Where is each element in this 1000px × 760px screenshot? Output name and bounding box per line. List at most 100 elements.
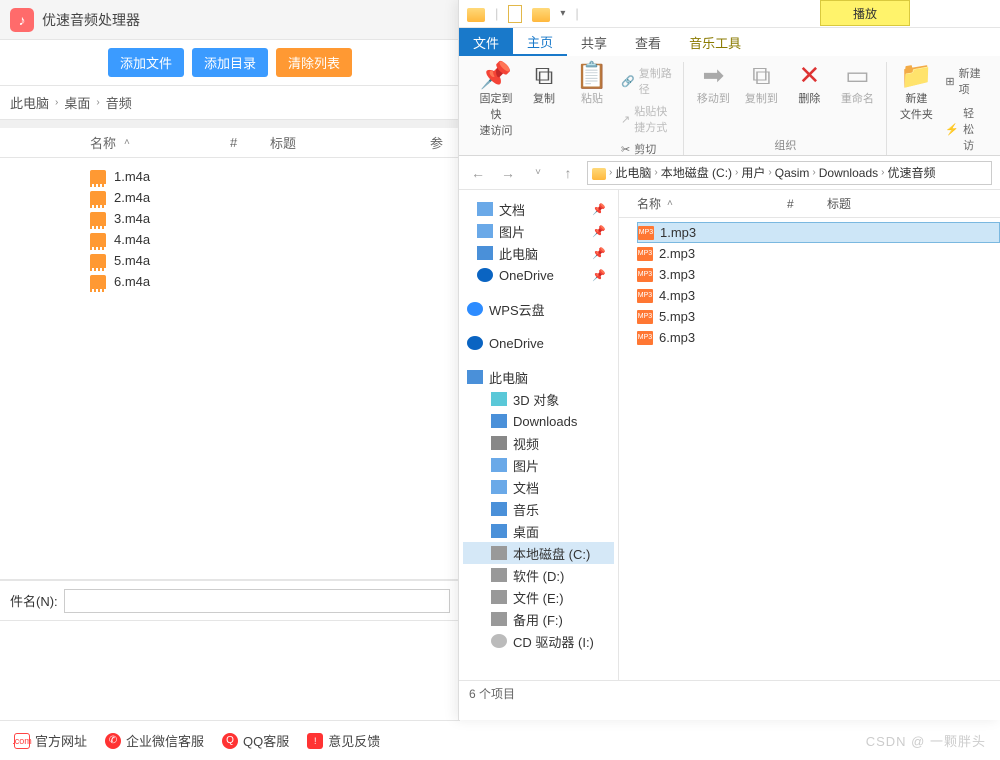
document-icon xyxy=(491,480,507,494)
tree-this-pc[interactable]: 此电脑📌 xyxy=(463,242,614,264)
copy-icon: ⧉ xyxy=(535,62,554,88)
addr-seg[interactable]: 用户 xyxy=(741,164,765,181)
tab-file[interactable]: 文件 xyxy=(459,28,513,56)
tree-this-pc-root[interactable]: 此电脑 xyxy=(463,366,614,388)
tab-share[interactable]: 共享 xyxy=(567,28,621,56)
tree-pictures-sub[interactable]: 图片 xyxy=(463,454,614,476)
list-item[interactable]: 6.m4a xyxy=(90,271,460,292)
document-icon[interactable] xyxy=(508,5,522,23)
tree-desktop[interactable]: 桌面 xyxy=(463,520,614,542)
col-title[interactable]: 标题 xyxy=(270,133,430,152)
col-num[interactable]: # xyxy=(787,197,827,211)
tree-cd-drive[interactable]: CD 驱动器 (I:) xyxy=(463,630,614,652)
tree-onedrive[interactable]: OneDrive📌 xyxy=(463,264,614,286)
tree-wps-cloud[interactable]: WPS云盘 xyxy=(463,298,614,320)
audio-file-icon xyxy=(90,170,106,184)
mp3-file-icon: MP3 xyxy=(637,310,653,324)
col-name[interactable]: 名称 xyxy=(637,195,661,212)
qq-support-link[interactable]: QQQ客服 xyxy=(222,731,289,750)
qat-divider: | xyxy=(495,6,498,21)
nav-history-button[interactable]: ˅ xyxy=(527,162,549,184)
nav-forward-button[interactable]: → xyxy=(497,162,519,184)
filename-input[interactable] xyxy=(64,589,450,613)
tree-onedrive-root[interactable]: OneDrive xyxy=(463,332,614,354)
pin-to-quick-access-button[interactable]: 📌固定到快 速访问 xyxy=(477,62,515,156)
sort-caret-icon[interactable]: ˄ xyxy=(667,198,673,209)
tree-drive-e[interactable]: 文件 (E:) xyxy=(463,586,614,608)
tab-home[interactable]: 主页 xyxy=(513,28,567,56)
pin-icon: 📌 xyxy=(592,269,606,282)
list-item[interactable]: MP36.mp3 xyxy=(637,327,1000,348)
sort-caret-icon[interactable]: ˄ xyxy=(124,137,130,148)
copy-button[interactable]: ⧉复制 xyxy=(525,62,563,156)
official-site-link[interactable]: .com官方网址 xyxy=(14,731,87,750)
list-item[interactable]: MP34.mp3 xyxy=(637,285,1000,306)
delete-button[interactable]: ✕删除 xyxy=(790,62,828,106)
tree-downloads[interactable]: Downloads xyxy=(463,410,614,432)
tree-drive-f[interactable]: 备用 (F:) xyxy=(463,608,614,630)
list-item[interactable]: 3.m4a xyxy=(90,208,460,229)
list-item[interactable]: 5.m4a xyxy=(90,250,460,271)
folder-icon[interactable] xyxy=(467,8,485,22)
tab-music-tools[interactable]: 音乐工具 xyxy=(675,28,755,56)
add-file-button[interactable]: 添加文件 xyxy=(108,48,184,77)
tree-3d-objects[interactable]: 3D 对象 xyxy=(463,388,614,410)
clear-list-button[interactable]: 清除列表 xyxy=(276,48,352,77)
paste-shortcut-button[interactable]: ↗粘贴快捷方式 xyxy=(621,103,673,135)
rename-button[interactable]: ▭重命名 xyxy=(838,62,876,106)
col-name[interactable]: 名称 xyxy=(90,133,116,152)
address-bar[interactable]: › 此电脑› 本地磁盘 (C:)› 用户› Qasim› Downloads› … xyxy=(587,161,992,185)
addr-seg[interactable]: 此电脑 xyxy=(615,164,651,181)
wechat-icon: ✆ xyxy=(105,733,121,749)
mp3-file-icon: MP3 xyxy=(637,331,653,345)
crumb-this-pc[interactable]: 此电脑 xyxy=(10,93,49,112)
list-item[interactable]: MP33.mp3 xyxy=(637,264,1000,285)
addr-seg[interactable]: 本地磁盘 (C:) xyxy=(661,164,732,181)
folder-icon[interactable] xyxy=(532,8,550,22)
copy-to-button[interactable]: ⧉复制到 xyxy=(742,62,780,106)
list-item[interactable]: MP35.mp3 xyxy=(637,306,1000,327)
crumb-audio[interactable]: 音频 xyxy=(106,93,132,112)
audio-file-icon xyxy=(90,233,106,247)
tree-videos[interactable]: 视频 xyxy=(463,432,614,454)
play-context-tab[interactable]: 播放 xyxy=(820,0,910,26)
list-item[interactable]: MP32.mp3 xyxy=(637,243,1000,264)
list-item[interactable]: 2.m4a xyxy=(90,187,460,208)
col-title[interactable]: 标题 xyxy=(827,195,851,212)
cut-button[interactable]: ✂剪切 xyxy=(621,141,673,156)
col-num[interactable]: # xyxy=(230,135,270,150)
tree-drive-c[interactable]: 本地磁盘 (C:) xyxy=(463,542,614,564)
addr-seg[interactable]: Qasim xyxy=(775,166,810,180)
copy-path-button[interactable]: 🔗复制路径 xyxy=(621,65,673,97)
ribbon: 📌固定到快 速访问 ⧉复制 📋粘贴 🔗复制路径 ↗粘贴快捷方式 ✂剪切 剪贴板 … xyxy=(459,56,1000,156)
addr-seg[interactable]: Downloads xyxy=(819,166,878,180)
easy-access-button[interactable]: ⚡轻松访 xyxy=(945,105,982,153)
list-item[interactable]: 1.m4a xyxy=(90,166,460,187)
col-extra[interactable]: 参 xyxy=(430,133,443,152)
tree-documents[interactable]: 文档📌 xyxy=(463,198,614,220)
tab-view[interactable]: 查看 xyxy=(621,28,675,56)
app-logo-icon: ♪ xyxy=(10,8,34,32)
tree-documents-sub[interactable]: 文档 xyxy=(463,476,614,498)
list-item[interactable]: 4.m4a xyxy=(90,229,460,250)
qat-overflow-icon[interactable]: ▾ xyxy=(560,8,565,19)
tree-pictures[interactable]: 图片📌 xyxy=(463,220,614,242)
feedback-link[interactable]: !意见反馈 xyxy=(307,731,380,750)
add-dir-button[interactable]: 添加目录 xyxy=(192,48,268,77)
app-file-list: 1.m4a 2.m4a 3.m4a 4.m4a 5.m4a 6.m4a xyxy=(0,158,460,292)
paste-button[interactable]: 📋粘贴 xyxy=(573,62,611,156)
tree-drive-d[interactable]: 软件 (D:) xyxy=(463,564,614,586)
nav-back-button[interactable]: ← xyxy=(467,162,489,184)
crumb-desktop[interactable]: 桌面 xyxy=(64,93,90,112)
wechat-support-link[interactable]: ✆企业微信客服 xyxy=(105,731,204,750)
filename-row: 件名(N): xyxy=(0,580,460,620)
mp3-file-icon: MP3 xyxy=(638,226,654,240)
addr-seg[interactable]: 优速音频 xyxy=(887,164,935,181)
new-item-button[interactable]: ⊞新建项 xyxy=(945,65,982,97)
tree-music[interactable]: 音乐 xyxy=(463,498,614,520)
list-item[interactable]: MP31.mp3 xyxy=(637,222,1000,243)
file-list: MP31.mp3 MP32.mp3 MP33.mp3 MP34.mp3 MP35… xyxy=(619,218,1000,348)
new-folder-button[interactable]: 📁新建 文件夹 xyxy=(897,62,935,156)
move-to-button[interactable]: ➡移动到 xyxy=(694,62,732,106)
nav-up-button[interactable]: ↑ xyxy=(557,162,579,184)
